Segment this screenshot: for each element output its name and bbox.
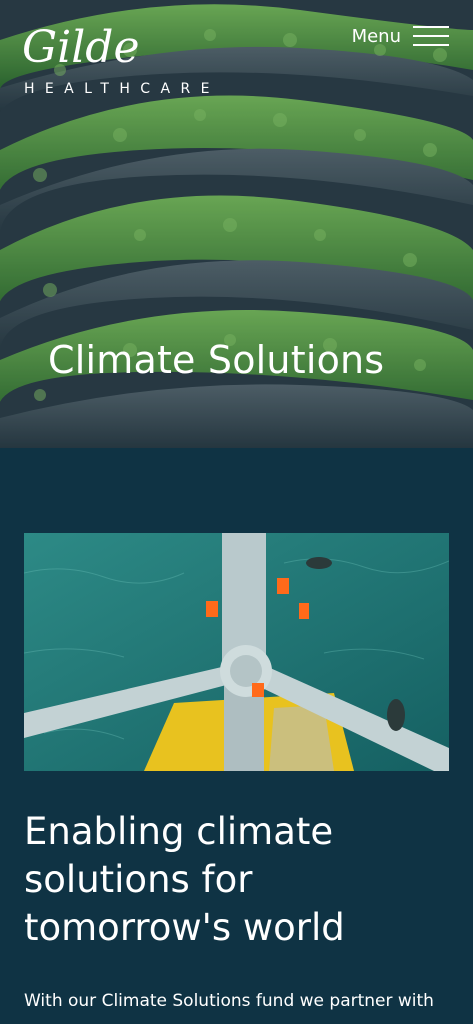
menu-label: Menu <box>351 25 401 47</box>
menu-button[interactable]: Menu <box>352 24 449 48</box>
logo-subtitle: HEALTHCARE <box>24 81 220 97</box>
logo-script: Gilde <box>22 22 140 73</box>
hero-banner: Gilde HEALTHCARE Menu Climate Solutions <box>0 0 473 448</box>
page: Gilde HEALTHCARE Menu Climate Solutions <box>0 0 473 1024</box>
section-heading: Enabling climate solutions for tomorrow'… <box>24 810 345 949</box>
gilde-healthcare-logo[interactable]: Gilde HEALTHCARE <box>22 22 252 98</box>
hamburger-icon <box>413 26 449 46</box>
wind-turbine-photo <box>24 533 449 771</box>
section-body: With our Climate Solutions fund we partn… <box>24 991 434 1011</box>
page-title: Climate Solutions <box>48 338 385 382</box>
